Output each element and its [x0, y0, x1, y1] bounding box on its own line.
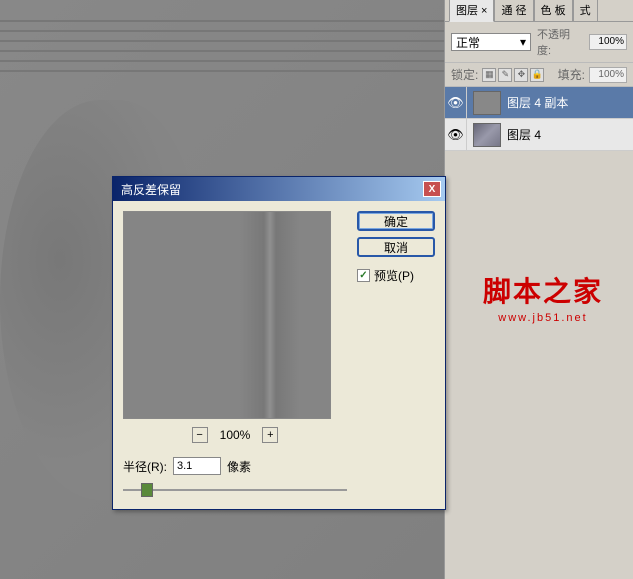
layer-thumbnail[interactable]	[473, 123, 501, 147]
radius-slider[interactable]	[123, 481, 347, 499]
watermark-main: 脚本之家	[483, 270, 603, 310]
visibility-eye-icon[interactable]: 👁	[445, 87, 467, 119]
ok-button[interactable]: 确定	[357, 211, 435, 231]
slider-thumb[interactable]	[141, 483, 153, 497]
zoom-out-button[interactable]: −	[192, 427, 208, 443]
tab-swatches[interactable]: 色 板	[534, 0, 573, 21]
layer-thumbnail[interactable]	[473, 91, 501, 115]
opacity-value[interactable]: 100%	[589, 34, 627, 50]
button-column: 确定 取消 ✓ 预览(P)	[357, 211, 435, 499]
watermark: 脚本之家 www.jb51.net	[483, 270, 603, 324]
watermark-sub: www.jb51.net	[483, 312, 603, 324]
radius-input[interactable]	[173, 457, 221, 475]
zoom-value: 100%	[220, 428, 251, 442]
filter-preview[interactable]	[123, 211, 331, 419]
lock-all-icon[interactable]: 🔒	[530, 68, 544, 82]
slider-track	[123, 489, 347, 491]
lock-move-icon[interactable]: ✥	[514, 68, 528, 82]
tab-channels[interactable]: 通 径	[494, 0, 533, 21]
radius-label: 半径(R):	[123, 458, 167, 475]
radius-unit: 像素	[227, 458, 251, 475]
zoom-controls: − 100% +	[123, 427, 347, 443]
panel-tabs: 图层 × 通 径 色 板 式	[445, 0, 633, 22]
blend-mode-value: 正常	[456, 34, 480, 51]
lock-row: 锁定: ▦ ✎ ✥ 🔒 填充: 100%	[445, 63, 633, 87]
layers-list: 👁 图层 4 副本 👁 图层 4	[445, 87, 633, 151]
layer-row[interactable]: 👁 图层 4	[445, 119, 633, 151]
zoom-in-button[interactable]: +	[262, 427, 278, 443]
lock-transparency-icon[interactable]: ▦	[482, 68, 496, 82]
opacity-label: 不透明度:	[537, 26, 583, 58]
blend-row: 正常 ▾ 不透明度: 100%	[445, 22, 633, 63]
lock-icons: ▦ ✎ ✥ 🔒	[482, 68, 544, 82]
layer-name: 图层 4	[507, 126, 541, 143]
dropdown-icon: ▾	[520, 35, 526, 49]
fill-value[interactable]: 100%	[589, 67, 627, 83]
tab-styles[interactable]: 式	[573, 0, 598, 21]
layer-name: 图层 4 副本	[507, 94, 568, 111]
preview-column: − 100% + 半径(R): 像素	[123, 211, 347, 499]
preview-checkbox-label: 预览(P)	[374, 267, 414, 284]
dialog-title: 高反差保留	[117, 181, 423, 198]
layer-row[interactable]: 👁 图层 4 副本	[445, 87, 633, 119]
preview-checkbox[interactable]: ✓	[357, 269, 370, 282]
fill-label: 填充:	[558, 66, 585, 83]
visibility-eye-icon[interactable]: 👁	[445, 119, 467, 151]
preview-checkbox-row: ✓ 预览(P)	[357, 267, 435, 284]
high-pass-dialog: 高反差保留 X − 100% + 半径(R): 像素 确定 取消	[112, 176, 446, 510]
tab-layers[interactable]: 图层 ×	[449, 0, 494, 22]
dialog-body: − 100% + 半径(R): 像素 确定 取消 ✓ 预览(P)	[113, 201, 445, 509]
dialog-titlebar[interactable]: 高反差保留 X	[113, 177, 445, 201]
lock-brush-icon[interactable]: ✎	[498, 68, 512, 82]
blend-mode-select[interactable]: 正常 ▾	[451, 33, 531, 51]
lock-label: 锁定:	[451, 66, 478, 83]
close-button[interactable]: X	[423, 181, 441, 197]
radius-row: 半径(R): 像素	[123, 457, 347, 475]
cancel-button[interactable]: 取消	[357, 237, 435, 257]
